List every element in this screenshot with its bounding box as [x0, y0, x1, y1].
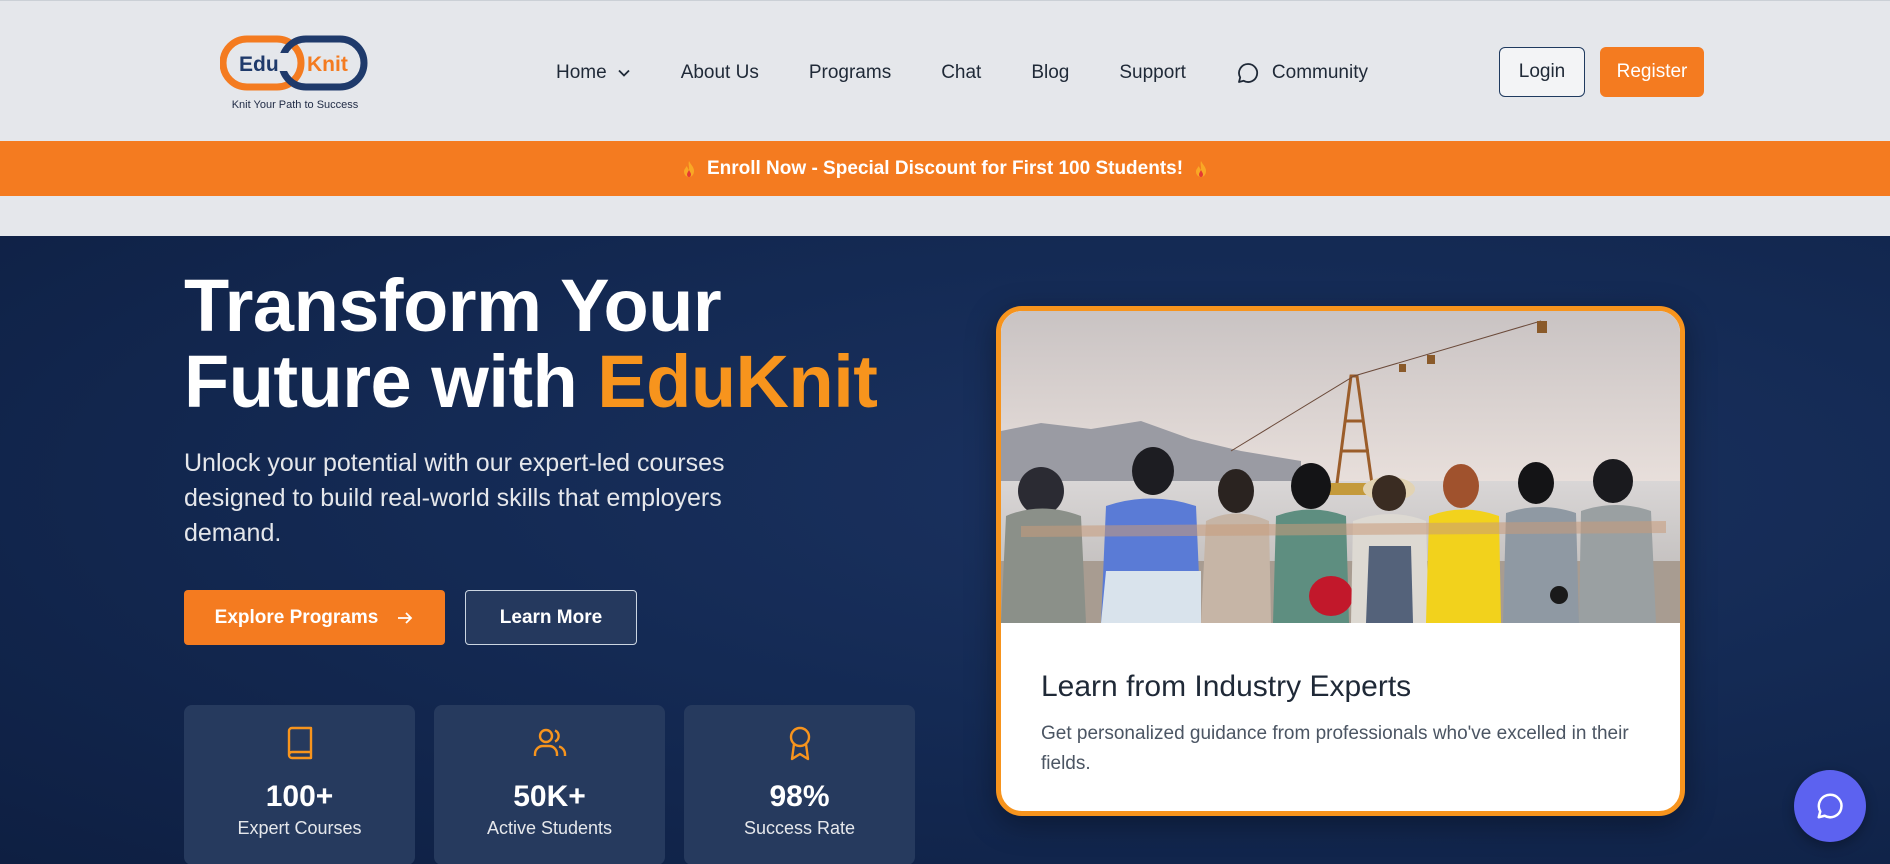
- promo-text: Enroll Now - Special Discount for First …: [706, 157, 1184, 179]
- award-icon: [789, 726, 811, 761]
- logo-tagline: Knit Your Path to Success: [231, 99, 359, 111]
- stat-label: Expert Courses: [237, 818, 362, 838]
- stat-label: Success Rate: [743, 818, 856, 838]
- nav-community[interactable]: Community: [1236, 61, 1368, 85]
- nav-blog-label: Blog: [1031, 62, 1070, 83]
- nav-about-us[interactable]: About Us: [681, 62, 759, 84]
- eduknit-logo[interactable]: Edu Knit Knit Your Path to Success: [219, 35, 370, 115]
- chat-bubble-icon: [1238, 63, 1259, 83]
- headline-accent: EduKnit: [597, 340, 878, 423]
- feature-card: Learn from Industry Experts Get personal…: [996, 306, 1685, 816]
- hero-subtext: Unlock your potential with our expert-le…: [184, 449, 725, 547]
- students-photo: [1001, 311, 1680, 623]
- explore-programs-button[interactable]: Explore Programs: [184, 590, 445, 645]
- nav-chat-label: Chat: [941, 62, 982, 83]
- stat-value: 50K+: [513, 780, 586, 813]
- nav-blog[interactable]: Blog: [1031, 62, 1069, 84]
- learn-more-button[interactable]: Learn More: [465, 590, 637, 645]
- users-icon: [533, 728, 567, 756]
- nav-chat[interactable]: Chat: [941, 62, 981, 84]
- explore-programs-label: Explore Programs: [214, 606, 379, 628]
- svg-text:Edu: Edu: [239, 53, 279, 76]
- nav-home[interactable]: Home: [556, 62, 631, 84]
- chat-bubble-icon: [1817, 793, 1843, 819]
- nav-programs-label: Programs: [808, 62, 892, 83]
- login-button[interactable]: Login: [1499, 47, 1585, 97]
- nav-programs[interactable]: Programs: [809, 62, 891, 84]
- hero-section: Transform Your Future with EduKnit Unloc…: [0, 236, 1890, 864]
- fire-icon: [683, 160, 694, 177]
- nav-support[interactable]: Support: [1119, 62, 1186, 84]
- feature-card-title: Learn from Industry Experts: [1041, 670, 1412, 703]
- main-nav: Home About Us Programs Chat Blog Support…: [556, 61, 1368, 85]
- arrow-right-icon: [398, 611, 413, 624]
- nav-support-label: Support: [1119, 62, 1186, 83]
- nav-about-us-label: About Us: [680, 62, 759, 83]
- register-button[interactable]: Register: [1600, 47, 1704, 97]
- stat-card-students: 50K+ Active Students: [434, 705, 665, 864]
- svg-text:Knit: Knit: [307, 53, 348, 76]
- chevron-down-icon: [618, 69, 630, 77]
- headline-line2-prefix: Future with: [184, 340, 598, 423]
- logo-mark-icon: Edu Knit: [219, 35, 368, 91]
- chat-fab-button[interactable]: [1794, 770, 1866, 842]
- fire-icon: [1196, 160, 1207, 177]
- stat-value: 100+: [265, 780, 334, 813]
- stat-value: 98%: [769, 780, 830, 813]
- feature-card-description: Get personalized guidance from professio…: [1041, 723, 1629, 774]
- book-icon: [287, 726, 313, 760]
- headline-line1: Transform Your: [184, 264, 722, 347]
- site-header: Edu Knit Knit Your Path to Success Home …: [0, 0, 1890, 141]
- nav-home-label: Home: [556, 62, 607, 83]
- promo-banner[interactable]: Enroll Now - Special Discount for First …: [0, 141, 1890, 196]
- nav-community-label: Community: [1271, 62, 1368, 83]
- hero-headline: Transform Your Future with EduKnit: [184, 268, 878, 423]
- stat-card-courses: 100+ Expert Courses: [184, 705, 415, 864]
- stat-label: Active Students: [486, 818, 613, 838]
- stat-card-success: 98% Success Rate: [684, 705, 915, 864]
